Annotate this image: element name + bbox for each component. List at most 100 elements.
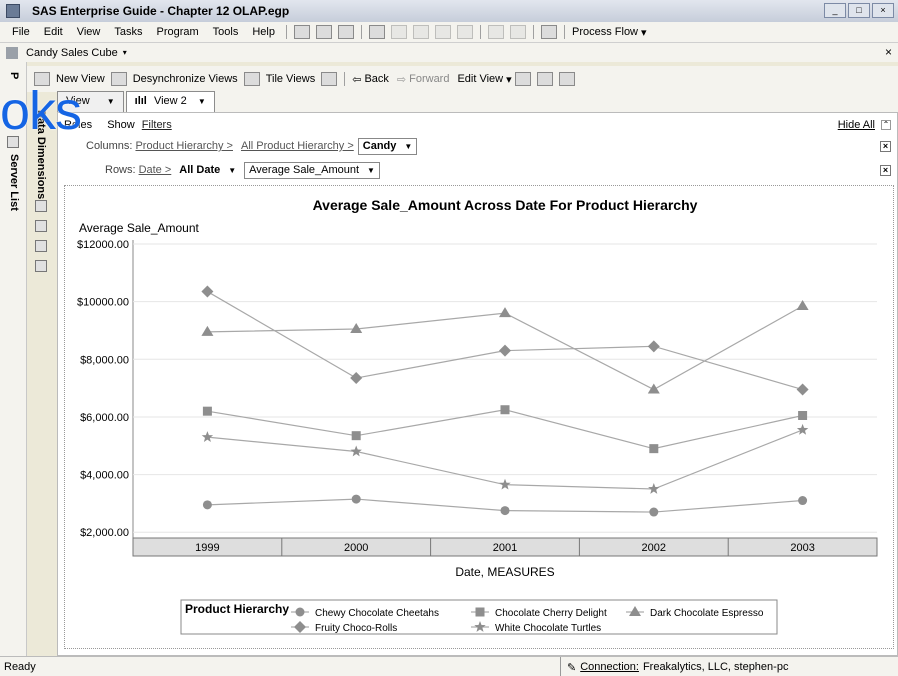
legend-entry: Dark Chocolate Espresso: [650, 608, 764, 619]
back-arrow-icon[interactable]: ⇦: [352, 73, 361, 86]
forward-arrow-icon[interactable]: ⇨: [397, 73, 406, 86]
server-list-tab[interactable]: Server List: [8, 154, 20, 211]
measure-select[interactable]: Average Sale_Amount ▼: [244, 161, 380, 179]
chart-options-icon[interactable]: [514, 72, 531, 86]
menu-tasks[interactable]: Tasks: [107, 26, 149, 38]
open-icon[interactable]: [315, 25, 332, 39]
chevron-down-icon[interactable]: ▾: [641, 26, 647, 39]
menu-help[interactable]: Help: [245, 26, 282, 38]
export-excel-icon[interactable]: [536, 72, 553, 86]
rows-row: Rows: Date > All Date ▼ Average Sale_Amo…: [105, 161, 380, 179]
tile-views-button[interactable]: Tile Views: [266, 73, 316, 85]
redo-icon[interactable]: [509, 25, 526, 39]
tag-icon[interactable]: [35, 260, 47, 272]
marker-star: [350, 445, 362, 457]
collapse-icon[interactable]: ⌃: [881, 120, 891, 130]
marker-circle: [649, 507, 659, 517]
window-title: SAS Enterprise Guide - Chapter 12 OLAP.e…: [32, 4, 290, 18]
columns-member-select[interactable]: Candy ▼: [357, 137, 418, 155]
marker-circle: [798, 496, 808, 506]
marker-circle: [500, 506, 510, 516]
back-button[interactable]: Back: [364, 73, 388, 85]
filter-icon[interactable]: [35, 220, 47, 232]
rows-member-value: All Date: [179, 164, 221, 176]
all-product-hierarchy-crumb[interactable]: All Product Hierarchy >: [241, 140, 354, 152]
print-icon[interactable]: [368, 25, 385, 39]
x-tick-label: 2000: [344, 542, 368, 554]
columns-member-value: Candy: [362, 140, 397, 152]
undo-icon[interactable]: [487, 25, 504, 39]
close-window-button[interactable]: ×: [872, 3, 894, 18]
edit-view-button[interactable]: Edit View: [457, 73, 503, 85]
cube-icon: [6, 46, 18, 59]
table-icon[interactable]: [35, 200, 47, 212]
copy-icon[interactable]: [412, 25, 429, 39]
chevron-down-icon[interactable]: ▼: [198, 97, 206, 106]
window-layout-icon[interactable]: [540, 25, 557, 39]
hide-all-link[interactable]: Hide All: [838, 119, 875, 131]
left-panel-strip: P Server List: [0, 62, 27, 656]
tab-view-2[interactable]: ılıl View 2 ▼: [125, 91, 215, 112]
rows-member-select[interactable]: All Date ▼: [175, 161, 241, 179]
chevron-down-icon[interactable]: ▼: [107, 97, 115, 106]
filters-link[interactable]: Filters: [142, 119, 172, 131]
connection-value: Freakalytics, LLC, stephen-pc: [642, 661, 789, 673]
menu-file[interactable]: File: [5, 26, 37, 38]
marker-star: [499, 478, 511, 490]
x-tick-label: 2002: [642, 542, 666, 554]
minimize-button[interactable]: _: [824, 3, 846, 18]
columns-label: Columns:: [86, 140, 133, 152]
toolbar-separator: [344, 72, 346, 86]
marker-square: [798, 411, 808, 420]
cut-icon[interactable]: [390, 25, 407, 39]
x-tick-label: 2003: [790, 542, 814, 554]
rows-label: Rows:: [105, 164, 136, 176]
columns-row: Columns: Product Hierarchy > All Product…: [86, 137, 418, 155]
close-document-icon[interactable]: ×: [885, 45, 892, 59]
add-data-icon[interactable]: [337, 25, 354, 39]
marker-circle: [202, 500, 212, 510]
connection-link[interactable]: Connection:: [580, 661, 639, 673]
marker-square: [649, 444, 659, 454]
series-line: [207, 409, 803, 450]
print-preview-icon[interactable]: [558, 72, 575, 86]
tile-icon: [243, 72, 260, 86]
marker-triangle: [647, 383, 660, 394]
toolbar-separator: [563, 25, 565, 39]
grid-icon[interactable]: [35, 240, 47, 252]
marker-square: [202, 406, 212, 416]
menu-edit[interactable]: Edit: [37, 26, 70, 38]
series-line: [207, 291, 803, 391]
marker-square: [475, 607, 485, 617]
delete-icon[interactable]: [456, 25, 473, 39]
menu-view[interactable]: View: [70, 26, 108, 38]
chevron-down-icon: ▼: [404, 141, 413, 151]
toolbar-separator: [285, 25, 287, 39]
maximize-button[interactable]: □: [848, 3, 870, 18]
chart-title: Average Sale_Amount Across Date For Prod…: [313, 197, 698, 213]
process-flow-button[interactable]: Process Flow: [572, 26, 638, 38]
desynchronize-views-button[interactable]: Desynchronize Views: [133, 73, 238, 85]
paste-icon[interactable]: [434, 25, 451, 39]
remove-rows-icon[interactable]: ×: [880, 165, 891, 176]
menu-tools[interactable]: Tools: [206, 26, 246, 38]
marker-square: [351, 431, 361, 441]
x-tick-label: 2001: [493, 542, 517, 554]
document-name[interactable]: Candy Sales Cube: [26, 47, 118, 59]
y-tick-label: $6,000.00: [80, 412, 129, 424]
project-tab[interactable]: P: [8, 72, 20, 79]
marker-diamond: [201, 285, 214, 298]
date-crumb[interactable]: Date >: [139, 164, 172, 176]
remove-columns-icon[interactable]: ×: [880, 141, 891, 152]
forward-button[interactable]: Forward: [409, 73, 449, 85]
connection-icon: ✎: [567, 661, 577, 674]
marker-diamond: [796, 383, 809, 396]
chevron-down-icon[interactable]: ▾: [506, 73, 512, 86]
new-item-icon[interactable]: [293, 25, 310, 39]
marker-diamond: [350, 372, 363, 385]
tab-label: View 2: [153, 95, 187, 107]
menu-program[interactable]: Program: [149, 26, 205, 38]
chevron-down-icon[interactable]: ▾: [123, 48, 127, 57]
export-icon[interactable]: [321, 72, 338, 86]
product-hierarchy-crumb[interactable]: Product Hierarchy >: [135, 140, 233, 152]
